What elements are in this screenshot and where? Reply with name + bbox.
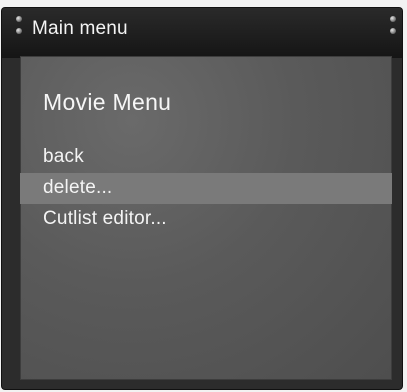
menu-panel: Movie Menu back delete... Cutlist editor… — [20, 56, 392, 380]
menu-item-back[interactable]: back — [20, 142, 392, 173]
screw-mid-left-icon — [16, 28, 22, 34]
menu-list: back delete... Cutlist editor... — [20, 142, 392, 235]
main-menu-window: Main menu Movie Menu back delete... Cutl… — [2, 8, 402, 389]
title-bar: Main menu — [2, 8, 402, 58]
screw-top-right-icon — [390, 16, 396, 22]
menu-item-delete[interactable]: delete... — [20, 173, 392, 204]
screw-mid-right-icon — [390, 28, 396, 34]
window-title: Main menu — [32, 18, 128, 39]
menu-item-cutlist-editor[interactable]: Cutlist editor... — [20, 204, 392, 235]
screw-top-left-icon — [16, 16, 22, 22]
menu-title: Movie Menu — [43, 89, 172, 115]
